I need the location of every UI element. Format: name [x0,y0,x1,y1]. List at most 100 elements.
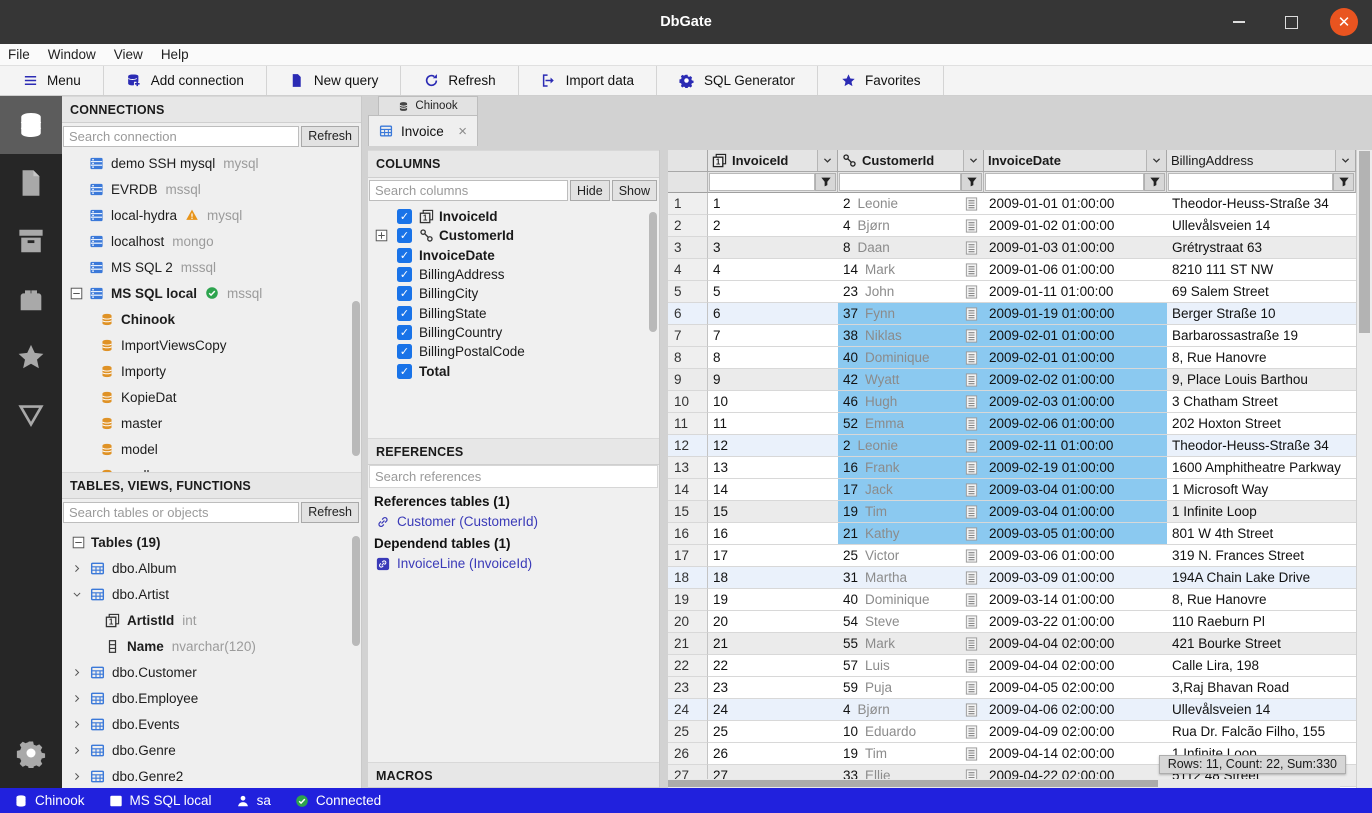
cell-invoice-id[interactable]: 26 [708,743,838,765]
connection-item[interactable]: MS SQL 2 mssql [62,254,361,280]
reference-link[interactable]: Customer (CustomerId) [368,511,659,532]
cell-billing-address[interactable]: 9, Place Louis Barthou [1167,369,1356,391]
cell-customer-id[interactable]: 40 Dominique [838,589,984,611]
table-item[interactable]: dbo.Employee [62,685,361,711]
column-toggle-BillingAddress[interactable]: ✓ BillingAddress [368,265,659,284]
cell-invoice-id[interactable]: 24 [708,699,838,721]
checkbox-checked[interactable]: ✓ [397,325,412,340]
open-document-icon[interactable] [964,438,979,454]
open-document-icon[interactable] [964,372,979,388]
filter-funnel-icon[interactable] [961,173,982,191]
cell-customer-id[interactable]: 46 Hugh [838,391,984,413]
cell-invoice-date[interactable]: 2009-03-09 01:00:00 [984,567,1167,589]
row-number-cell[interactable]: 7 [668,325,708,347]
row-number-cell[interactable]: 8 [668,347,708,369]
rail-file-icon[interactable] [0,154,62,212]
row-number-cell[interactable]: 10 [668,391,708,413]
hide-button[interactable]: Hide [570,180,610,201]
cell-billing-address[interactable]: 1 Microsoft Way [1167,479,1356,501]
open-document-icon[interactable] [964,416,979,432]
tables-group[interactable]: Tables (19) [62,529,361,555]
row-number-cell[interactable]: 15 [668,501,708,523]
rail-database-icon[interactable] [0,96,62,154]
cell-invoice-date[interactable]: 2009-04-04 02:00:00 [984,655,1167,677]
column-toggle-BillingPostalCode[interactable]: ✓ BillingPostalCode [368,342,659,361]
grid-header-CustomerId[interactable]: CustomerId [838,150,984,172]
open-document-icon[interactable] [964,350,979,366]
row-number-cell[interactable]: 2 [668,215,708,237]
open-document-icon[interactable] [964,526,979,542]
row-number-cell[interactable]: 25 [668,721,708,743]
tables-scrollbar[interactable] [352,536,360,646]
row-number-cell[interactable]: 16 [668,523,708,545]
cell-customer-id[interactable]: 40 Dominique [838,347,984,369]
checkbox-checked[interactable]: ✓ [397,248,412,263]
row-number-cell[interactable]: 9 [668,369,708,391]
cell-invoice-date[interactable]: 2009-03-04 01:00:00 [984,479,1167,501]
cell-billing-address[interactable]: 69 Salem Street [1167,281,1356,303]
cell-customer-id[interactable]: 31 Martha [838,567,984,589]
toolbar-new-query-button[interactable]: New query [267,66,402,95]
tab-close-icon[interactable]: × [458,123,467,140]
column-dropdown-icon[interactable] [1335,150,1355,171]
filter-funnel-icon[interactable] [1144,173,1165,191]
cell-customer-id[interactable]: 42 Wyatt [838,369,984,391]
toolbar-menu-button[interactable]: Menu [0,66,104,95]
column-toggle-InvoiceDate[interactable]: ✓ InvoiceDate [368,246,659,265]
row-number-cell[interactable]: 19 [668,589,708,611]
cell-invoice-id[interactable]: 14 [708,479,838,501]
row-number-cell[interactable]: 11 [668,413,708,435]
cell-invoice-id[interactable]: 3 [708,237,838,259]
row-number-cell[interactable]: 3 [668,237,708,259]
grid-header-InvoiceId[interactable]: 1 InvoiceId [708,150,838,172]
cell-invoice-id[interactable]: 16 [708,523,838,545]
cell-customer-id[interactable]: 16 Frank [838,457,984,479]
cell-customer-id[interactable]: 21 Kathy [838,523,984,545]
cell-customer-id[interactable]: 8 Daan [838,237,984,259]
cell-invoice-date[interactable]: 2009-03-04 01:00:00 [984,501,1167,523]
open-document-icon[interactable] [964,614,979,630]
rail-filter-icon[interactable] [0,386,62,444]
row-number-cell[interactable]: 1 [668,193,708,215]
table-item[interactable]: dbo.Events [62,711,361,737]
cell-invoice-id[interactable]: 11 [708,413,838,435]
column-dropdown-icon[interactable] [817,150,837,171]
cell-invoice-id[interactable]: 7 [708,325,838,347]
column-toggle-InvoiceId[interactable]: ✓ 1 InvoiceId [368,207,659,226]
cell-billing-address[interactable]: 319 N. Frances Street [1167,545,1356,567]
row-number-cell[interactable]: 6 [668,303,708,325]
open-document-icon[interactable] [964,196,979,212]
cell-billing-address[interactable]: Ullevålsveien 14 [1167,699,1356,721]
cell-customer-id[interactable]: 17 Jack [838,479,984,501]
open-document-icon[interactable] [964,328,979,344]
cell-billing-address[interactable]: Theodor-Heuss-Straße 34 [1167,435,1356,457]
open-document-icon[interactable] [964,680,979,696]
toolbar-import-data-button[interactable]: Import data [519,66,657,95]
cell-billing-address[interactable]: 421 Bourke Street [1167,633,1356,655]
row-number-cell[interactable]: 23 [668,677,708,699]
row-number-cell[interactable]: 17 [668,545,708,567]
column-toggle-BillingCity[interactable]: ✓ BillingCity [368,284,659,303]
minimize-icon[interactable] [1226,9,1252,35]
cell-billing-address[interactable]: Grétrystraat 63 [1167,237,1356,259]
row-number-cell[interactable]: 4 [668,259,708,281]
cell-invoice-id[interactable]: 20 [708,611,838,633]
cell-invoice-date[interactable]: 2009-01-11 01:00:00 [984,281,1167,303]
database-item[interactable]: Importy [62,358,361,384]
column-toggle-CustomerId[interactable]: ✓ CustomerId [368,226,659,245]
open-document-icon[interactable] [964,306,979,322]
search-references-input[interactable]: Search references [369,465,658,488]
statusbar-ms-sql-local[interactable]: MS SQL local [109,793,212,808]
statusbar-sa[interactable]: sa [236,793,271,808]
database-item[interactable]: Chinook [62,306,361,332]
connection-item[interactable]: EVRDB mssql [62,176,361,202]
cell-invoice-id[interactable]: 17 [708,545,838,567]
open-document-icon[interactable] [964,592,979,608]
cell-invoice-id[interactable]: 19 [708,589,838,611]
cell-customer-id[interactable]: 52 Emma [838,413,984,435]
menu-file[interactable]: File [8,47,30,62]
cell-customer-id[interactable]: 54 Steve [838,611,984,633]
cell-customer-id[interactable]: 10 Eduardo [838,721,984,743]
search-columns-input[interactable] [369,180,568,201]
cell-invoice-id[interactable]: 6 [708,303,838,325]
